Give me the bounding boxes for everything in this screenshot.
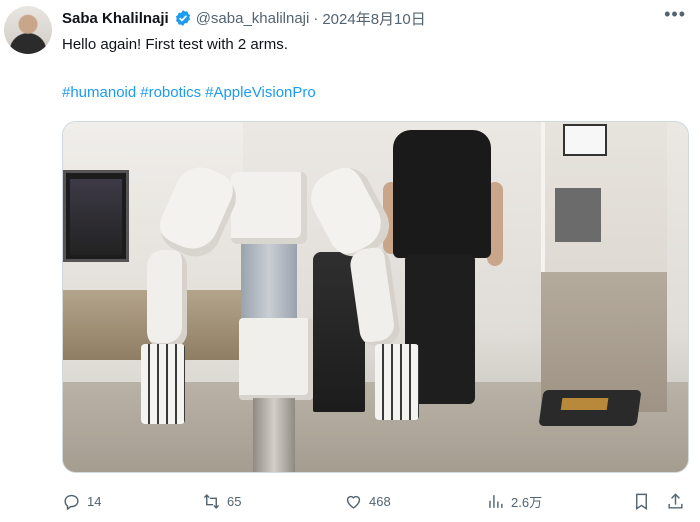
views-button[interactable]: 2.6万 [486, 488, 542, 514]
tweet-header: Saba Khalilnaji @saba_khalilnaji · 2024年… [62, 8, 680, 28]
media-monitor [63, 170, 129, 262]
avatar[interactable] [4, 6, 52, 54]
retweet-count: 65 [227, 493, 242, 509]
verified-badge-icon [175, 10, 190, 26]
media-tool-case [538, 390, 642, 426]
hashtag-link[interactable]: #AppleVisionPro [205, 84, 316, 101]
tweet-date[interactable]: 2024年8月10日 [322, 8, 425, 29]
reply-button[interactable]: 14 [62, 488, 101, 514]
heart-icon [346, 495, 361, 509]
hashtag-link[interactable]: #robotics [140, 84, 201, 101]
separator-dot: · [313, 9, 319, 27]
tweet-text: Hello again! First test with 2 arms. [62, 36, 288, 53]
bookmark-icon [636, 493, 647, 510]
hashtag-link[interactable]: #humanoid [62, 84, 136, 101]
robot-hand-right [375, 344, 419, 420]
robot-body [239, 318, 313, 400]
reply-icon [64, 494, 79, 510]
tweet-media-video[interactable] [62, 121, 689, 473]
like-count: 468 [369, 493, 391, 509]
views-icon [489, 494, 503, 508]
reply-count: 14 [87, 493, 102, 509]
retweet-button[interactable]: 65 [202, 488, 241, 514]
media-person-shirt [393, 130, 491, 258]
retweet-icon [203, 493, 220, 509]
action-bar: 14 65 468 2.6万 [62, 488, 698, 514]
robot-forearm-left [147, 250, 187, 348]
author-name[interactable]: Saba Khalilnaji [62, 10, 169, 27]
more-icon[interactable]: ••• [664, 4, 686, 25]
like-button[interactable]: 468 [344, 488, 391, 514]
media-wall-art [563, 124, 607, 156]
media-cabinet [555, 188, 601, 242]
robot-spine [241, 242, 297, 322]
bookmark-button[interactable] [632, 488, 651, 514]
robot-stand [253, 398, 295, 472]
robot-torso [231, 172, 307, 244]
views-count: 2.6万 [511, 494, 543, 510]
hashtag-list: #humanoid #robotics #AppleVisionPro [62, 84, 320, 101]
author-handle[interactable]: @saba_khalilnaji [196, 10, 310, 27]
share-button[interactable] [666, 488, 685, 514]
robot-hand-left [141, 344, 185, 424]
share-icon [668, 492, 683, 509]
